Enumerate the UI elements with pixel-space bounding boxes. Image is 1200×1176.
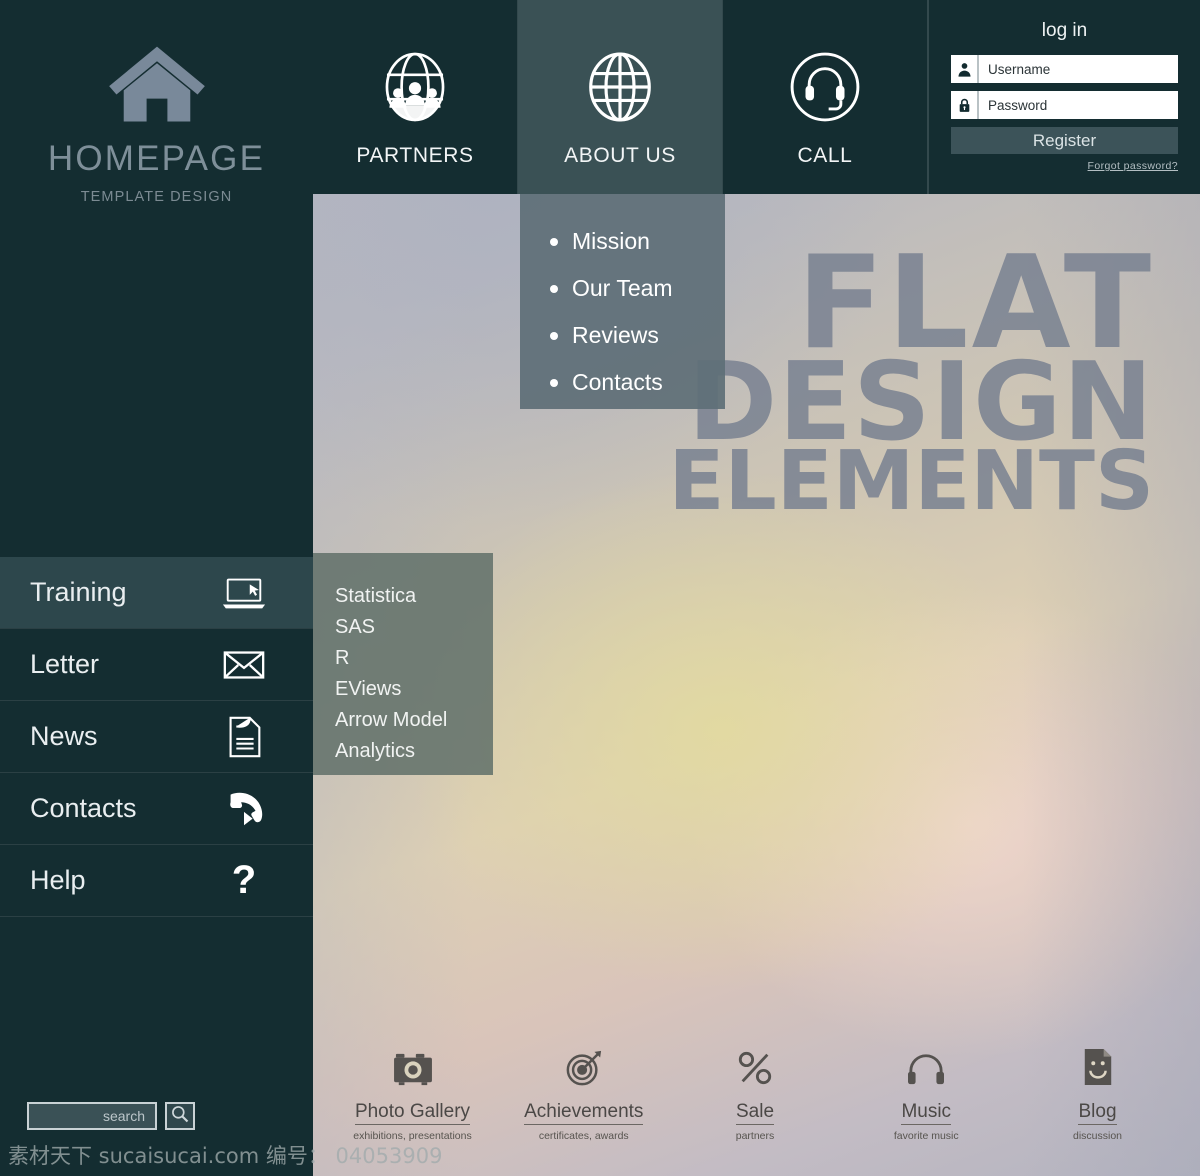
feature-photo-gallery-title: Photo Gallery [354, 1101, 471, 1125]
login-title: log in [1041, 20, 1088, 41]
password-field[interactable]: Password [951, 91, 1178, 119]
headphones-icon [905, 1051, 947, 1092]
search-area: search [27, 1102, 195, 1130]
sidebar-item-letter[interactable]: Letter [0, 629, 313, 701]
feature-links-row: Photo Gallery exhibitions, presentations… [330, 1022, 1180, 1142]
submenu-item-arrow-model[interactable]: Arrow Model [335, 705, 493, 736]
svg-text:?: ? [232, 859, 256, 902]
left-sidebar: HOMEPAGE TEMPLATE DESIGN Training Letter [0, 0, 313, 1176]
feature-photo-gallery[interactable]: Photo Gallery exhibitions, presentations [330, 1051, 495, 1142]
feature-blog-subtitle: discussion [1072, 1130, 1123, 1142]
submenu-item-r[interactable]: R [335, 643, 493, 674]
feature-sale[interactable]: Sale partners [673, 1049, 838, 1142]
nav-tab-about-us-label: ABOUT US [564, 144, 676, 167]
nav-tab-partners[interactable]: PARTNERS [313, 0, 518, 194]
dropdown-item-our-team-label: Our Team [572, 275, 673, 301]
lock-icon [951, 91, 979, 119]
feature-music[interactable]: Music favorite music [844, 1051, 1009, 1142]
nav-tab-call-label: CALL [797, 144, 853, 167]
feature-sale-subtitle: partners [735, 1130, 775, 1142]
feature-blog-title: Blog [1078, 1101, 1117, 1125]
laptop-icon [221, 570, 267, 616]
submenu-item-eviews[interactable]: EViews [335, 674, 493, 705]
sidebar-item-letter-label: Letter [30, 649, 100, 679]
sidebar-item-help[interactable]: Help ? [0, 845, 313, 917]
nav-tab-about-us[interactable]: ABOUT US [518, 0, 723, 194]
document-icon [221, 714, 267, 760]
sidebar-item-training[interactable]: Training [0, 557, 313, 629]
user-icon [951, 55, 979, 83]
page-root: FLAT DESIGN ELEMENTS PARTNERS ABOUT US C… [0, 0, 1200, 1176]
sidebar-menu: Training Letter News Contacts Help ? [0, 557, 313, 917]
feature-achievements[interactable]: Achievements certificates, awards [501, 1049, 666, 1142]
dropdown-item-contacts[interactable]: Contacts [550, 359, 725, 406]
dropdown-item-contacts-label: Contacts [572, 369, 663, 395]
username-field[interactable]: Username [951, 55, 1178, 83]
brand-block: HOMEPAGE TEMPLATE DESIGN [0, 0, 313, 205]
smiley-note-icon [1081, 1047, 1115, 1092]
hero-headline: FLAT DESIGN ELEMENTS [668, 240, 1154, 530]
nav-tab-call[interactable]: CALL [723, 0, 928, 194]
username-input[interactable]: Username [979, 62, 1050, 77]
submenu-item-sas[interactable]: SAS [335, 612, 493, 643]
search-input-placeholder: search [102, 1108, 145, 1124]
training-submenu: Statistica SAS R EViews Arrow Model Anal… [313, 553, 493, 775]
magnifier-icon [170, 1104, 190, 1129]
dropdown-item-mission-label: Mission [572, 228, 650, 254]
target-icon [563, 1049, 605, 1092]
forgot-password-link[interactable]: Forgot password? [951, 160, 1178, 172]
feature-music-title: Music [901, 1101, 952, 1125]
sidebar-item-news[interactable]: News [0, 701, 313, 773]
sidebar-item-contacts[interactable]: Contacts [0, 773, 313, 845]
about-us-dropdown: Mission Our Team Reviews Contacts [520, 194, 725, 409]
bullet-icon [550, 284, 558, 293]
bullet-icon [550, 378, 558, 387]
dropdown-item-reviews-label: Reviews [572, 322, 659, 348]
sidebar-item-help-label: Help [30, 865, 86, 895]
feature-music-subtitle: favorite music [893, 1130, 959, 1142]
feature-blog[interactable]: Blog discussion [1015, 1047, 1180, 1142]
feature-achievements-title: Achievements [524, 1101, 644, 1125]
search-button[interactable] [165, 1102, 195, 1130]
sidebar-item-contacts-label: Contacts [30, 793, 137, 823]
dropdown-item-reviews[interactable]: Reviews [550, 312, 725, 359]
dropdown-item-mission[interactable]: Mission [550, 218, 725, 265]
top-navigation: PARTNERS ABOUT US CALL log in Username P… [313, 0, 1200, 194]
sidebar-item-training-label: Training [30, 577, 127, 607]
submenu-item-analytics[interactable]: Analytics [335, 736, 493, 767]
dropdown-item-our-team[interactable]: Our Team [550, 265, 725, 312]
submenu-item-statistica[interactable]: Statistica [335, 581, 493, 612]
page-title: HOMEPAGE [47, 139, 266, 178]
envelope-icon [221, 642, 267, 688]
globe-icon [581, 48, 659, 126]
globe-people-icon [376, 48, 454, 126]
nav-tab-partners-label: PARTNERS [356, 144, 474, 167]
percent-icon [735, 1049, 775, 1092]
sidebar-item-news-label: News [30, 721, 98, 751]
login-panel: log in Username Password Register Forgot… [928, 0, 1200, 194]
password-input[interactable]: Password [979, 98, 1047, 113]
feature-sale-title: Sale [735, 1101, 775, 1125]
headset-icon [786, 48, 864, 126]
search-input[interactable]: search [27, 1102, 157, 1130]
phone-icon [221, 786, 267, 832]
camera-icon [392, 1051, 434, 1092]
question-mark-icon: ? [221, 858, 267, 904]
bullet-icon [550, 237, 558, 246]
feature-achievements-subtitle: certificates, awards [538, 1130, 629, 1142]
hero-line-3: ELEMENTS [668, 434, 1154, 530]
brand-subtitle: TEMPLATE DESIGN [80, 189, 233, 206]
house-icon [0, 40, 313, 129]
watermark-text: 素材天下 sucaisucai.com 编号： 04053909 [8, 1144, 443, 1168]
register-button[interactable]: Register [951, 127, 1178, 154]
bullet-icon [550, 331, 558, 340]
